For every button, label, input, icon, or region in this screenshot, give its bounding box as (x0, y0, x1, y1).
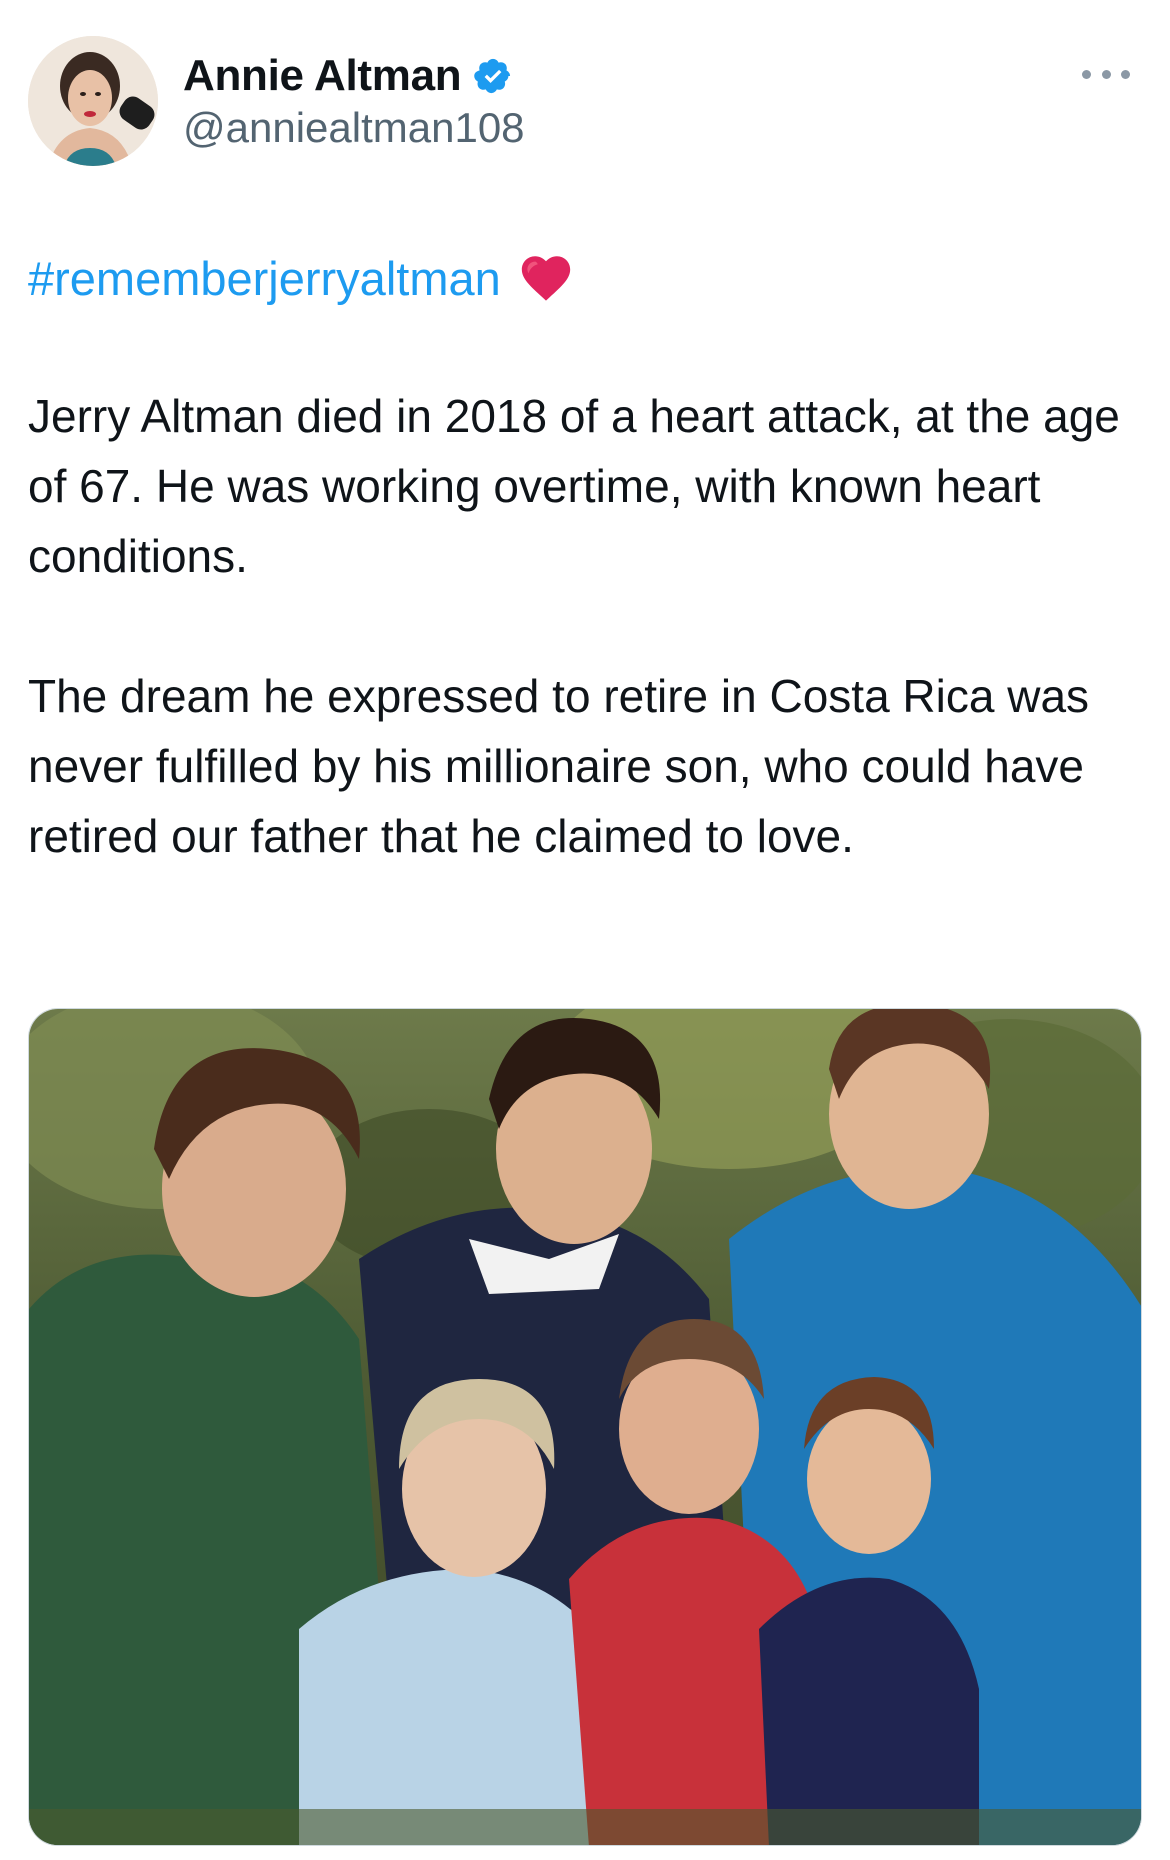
tweet-media-photo[interactable] (28, 1008, 1142, 1846)
avatar-photo-icon (28, 36, 158, 166)
ellipsis-icon (1101, 69, 1111, 79)
hashtag-row: #rememberjerryaltman (28, 246, 575, 310)
author-display-name[interactable]: Annie Altman (183, 51, 462, 101)
family-photo-icon (29, 1009, 1141, 1845)
hashtag-link[interactable]: #rememberjerryaltman (28, 251, 501, 306)
tweet-paragraph: The dream he expressed to retire in Cost… (28, 670, 1090, 862)
verified-badge-icon (473, 56, 513, 96)
author-handle[interactable]: @anniealtman108 (183, 104, 525, 152)
heart-icon (517, 249, 575, 307)
tweet-paragraph: Jerry Altman died in 2018 of a heart att… (28, 390, 1120, 582)
author-name-row[interactable]: Annie Altman (183, 48, 513, 104)
ellipsis-icon (1082, 69, 1091, 79)
tweet-header: Annie Altman @anniealtman108 (0, 0, 1170, 190)
author-avatar[interactable] (28, 36, 158, 166)
ellipsis-icon (1121, 69, 1130, 79)
more-options-button[interactable] (1082, 62, 1130, 86)
